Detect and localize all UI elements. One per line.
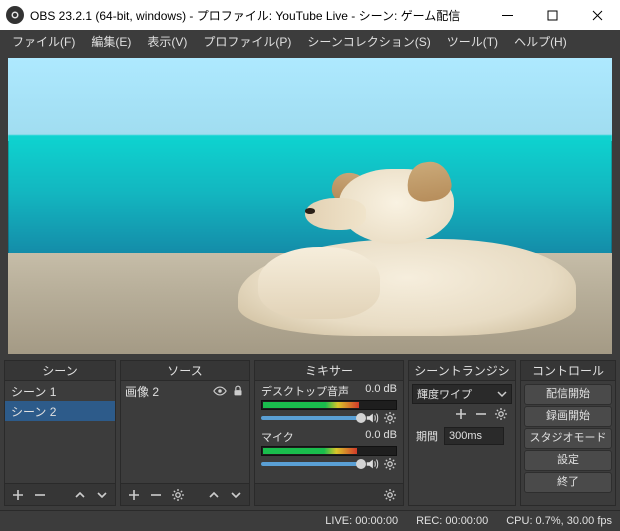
mixer-track: マイク 0.0 dB bbox=[255, 427, 403, 473]
plus-icon[interactable] bbox=[11, 488, 25, 502]
minus-icon[interactable] bbox=[149, 488, 163, 502]
chevron-down-icon[interactable] bbox=[95, 488, 109, 502]
plus-icon[interactable] bbox=[127, 488, 141, 502]
menu-view[interactable]: 表示(V) bbox=[139, 31, 195, 52]
menu-edit[interactable]: 編集(E) bbox=[83, 31, 139, 52]
exit-button[interactable]: 終了 bbox=[524, 472, 612, 493]
track-db: 0.0 dB bbox=[365, 383, 397, 399]
window-controls bbox=[485, 0, 620, 30]
scenes-panel: シーン シーン 1 シーン 2 bbox=[4, 360, 116, 506]
duration-spinbox[interactable]: 300ms bbox=[444, 427, 504, 445]
duration-label: 期間 bbox=[416, 428, 438, 444]
transitions-panel: シーントランジション 輝度ワイプ 期間 300ms bbox=[408, 360, 516, 506]
titlebar: OBS 23.2.1 (64-bit, windows) - プロファイル: Y… bbox=[0, 0, 620, 30]
minus-icon[interactable] bbox=[33, 488, 47, 502]
status-cpu: CPU: 0.7%, 30.00 fps bbox=[506, 515, 612, 527]
scene-item[interactable]: シーン 2 bbox=[5, 401, 115, 421]
speaker-icon[interactable] bbox=[365, 457, 379, 471]
track-db: 0.0 dB bbox=[365, 429, 397, 445]
plus-icon[interactable] bbox=[454, 407, 468, 421]
level-meter bbox=[261, 400, 397, 410]
chevron-down-icon bbox=[497, 389, 507, 399]
track-name: マイク bbox=[261, 429, 294, 445]
duration-value: 300ms bbox=[449, 430, 482, 442]
menu-scene-collection[interactable]: シーンコレクション(S) bbox=[299, 31, 438, 52]
sources-list: 画像 2 bbox=[121, 381, 249, 483]
gear-icon[interactable] bbox=[383, 411, 397, 425]
controls-body: 配信開始 録画開始 スタジオモード 設定 終了 bbox=[521, 381, 615, 505]
minus-icon[interactable] bbox=[474, 407, 488, 421]
lock-icon[interactable] bbox=[231, 384, 245, 398]
settings-button[interactable]: 設定 bbox=[524, 450, 612, 471]
dock-area: シーン シーン 1 シーン 2 ソース 画像 2 bbox=[0, 360, 620, 510]
minimize-button[interactable] bbox=[485, 0, 530, 30]
preview-canvas[interactable] bbox=[8, 58, 612, 354]
transitions-body: 輝度ワイプ 期間 300ms bbox=[409, 381, 515, 505]
scenes-list: シーン 1 シーン 2 bbox=[5, 381, 115, 483]
source-label: 画像 2 bbox=[125, 383, 209, 400]
transitions-header: シーントランジション bbox=[409, 361, 515, 381]
chevron-up-icon[interactable] bbox=[73, 488, 87, 502]
controls-panel: コントロール 配信開始 録画開始 スタジオモード 設定 終了 bbox=[520, 360, 616, 506]
status-rec: REC: 00:00:00 bbox=[416, 515, 488, 527]
source-item[interactable]: 画像 2 bbox=[121, 381, 249, 401]
scenes-header: シーン bbox=[5, 361, 115, 381]
scenes-toolbar bbox=[5, 483, 115, 505]
start-recording-button[interactable]: 録画開始 bbox=[524, 406, 612, 427]
status-live: LIVE: 00:00:00 bbox=[325, 515, 398, 527]
volume-slider[interactable] bbox=[261, 457, 361, 471]
mixer-toolbar bbox=[255, 483, 403, 505]
maximize-button[interactable] bbox=[530, 0, 575, 30]
controls-header: コントロール bbox=[521, 361, 615, 381]
statusbar: LIVE: 00:00:00 REC: 00:00:00 CPU: 0.7%, … bbox=[0, 510, 620, 531]
gear-icon[interactable] bbox=[494, 407, 508, 421]
transition-select[interactable]: 輝度ワイプ bbox=[412, 384, 512, 404]
sources-header: ソース bbox=[121, 361, 249, 381]
window-title: OBS 23.2.1 (64-bit, windows) - プロファイル: Y… bbox=[30, 7, 460, 24]
menu-help[interactable]: ヘルプ(H) bbox=[506, 31, 575, 52]
gear-icon[interactable] bbox=[171, 488, 185, 502]
chevron-up-icon[interactable] bbox=[207, 488, 221, 502]
gear-icon[interactable] bbox=[383, 488, 397, 502]
menu-tools[interactable]: ツール(T) bbox=[439, 31, 506, 52]
gear-icon[interactable] bbox=[383, 457, 397, 471]
menu-profile[interactable]: プロファイル(P) bbox=[195, 31, 299, 52]
menubar: ファイル(F) 編集(E) 表示(V) プロファイル(P) シーンコレクション(… bbox=[0, 30, 620, 52]
eye-icon[interactable] bbox=[213, 384, 227, 398]
transition-selected: 輝度ワイプ bbox=[417, 386, 472, 402]
mixer-header: ミキサー bbox=[255, 361, 403, 381]
level-meter bbox=[261, 446, 397, 456]
menu-file[interactable]: ファイル(F) bbox=[4, 31, 83, 52]
preview-area bbox=[0, 52, 620, 360]
volume-slider[interactable] bbox=[261, 411, 361, 425]
sources-toolbar bbox=[121, 483, 249, 505]
start-streaming-button[interactable]: 配信開始 bbox=[524, 384, 612, 405]
mixer-track: デスクトップ音声 0.0 dB bbox=[255, 381, 403, 427]
sources-panel: ソース 画像 2 bbox=[120, 360, 250, 506]
obs-icon bbox=[6, 6, 24, 24]
close-button[interactable] bbox=[575, 0, 620, 30]
mixer-panel: ミキサー デスクトップ音声 0.0 dB bbox=[254, 360, 404, 506]
chevron-down-icon[interactable] bbox=[229, 488, 243, 502]
speaker-icon[interactable] bbox=[365, 411, 379, 425]
track-name: デスクトップ音声 bbox=[261, 383, 349, 399]
studio-mode-button[interactable]: スタジオモード bbox=[524, 428, 612, 449]
scene-item[interactable]: シーン 1 bbox=[5, 381, 115, 401]
mixer-body: デスクトップ音声 0.0 dB マイ bbox=[255, 381, 403, 483]
